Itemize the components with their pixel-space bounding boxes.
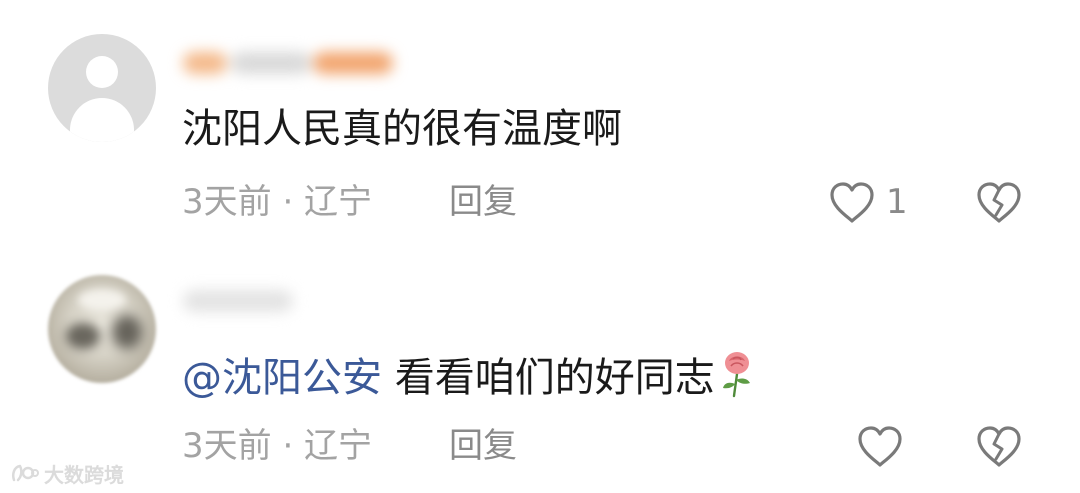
heart-icon [830, 182, 874, 223]
reply-button[interactable]: 回复 [449, 181, 517, 223]
mention-link[interactable]: @沈阳公安 [182, 355, 382, 401]
avatar[interactable] [48, 275, 156, 383]
dislike-button[interactable] [975, 425, 1023, 469]
watermark: 大数跨境 [10, 460, 124, 487]
comment-list: 沈阳人民真的很有温度啊 3天前 · 辽宁 回复 1 @沈阳公安 看看咱们的好同志… [0, 0, 1080, 493]
watermark-logo-icon [12, 464, 39, 482]
username-blurred[interactable] [183, 284, 303, 314]
comment-item: 沈阳人民真的很有温度啊 3天前 · 辽宁 回复 1 [0, 0, 1080, 245]
comment-text: @沈阳公安 看看咱们的好同志 [182, 350, 755, 410]
comment-text: 沈阳人民真的很有温度啊 [182, 104, 622, 154]
broken-heart-icon [977, 182, 1021, 223]
watermark-text: 大数跨境 [44, 462, 124, 487]
rose-emoji-icon [719, 350, 755, 410]
comment-meta: 3天前 · 辽宁 [182, 182, 373, 222]
comment-body: 看看咱们的好同志 [382, 355, 715, 401]
like-button[interactable] [828, 181, 876, 225]
avatar-placeholder-head [86, 56, 118, 88]
username-blurred[interactable] [183, 46, 403, 76]
heart-icon [858, 426, 902, 467]
comment-meta: 3天前 · 辽宁 [182, 426, 373, 466]
comment-item: @沈阳公安 看看咱们的好同志 3天前 · 辽宁 回复 [0, 245, 1080, 493]
reply-button[interactable]: 回复 [449, 425, 517, 467]
like-button[interactable] [856, 425, 904, 469]
avatar-placeholder-body [70, 98, 134, 142]
dislike-button[interactable] [975, 181, 1023, 225]
broken-heart-icon [977, 426, 1021, 467]
avatar[interactable] [48, 34, 156, 142]
comment-body: 沈阳人民真的很有温度啊 [182, 106, 622, 152]
like-count: 1 [886, 182, 908, 222]
